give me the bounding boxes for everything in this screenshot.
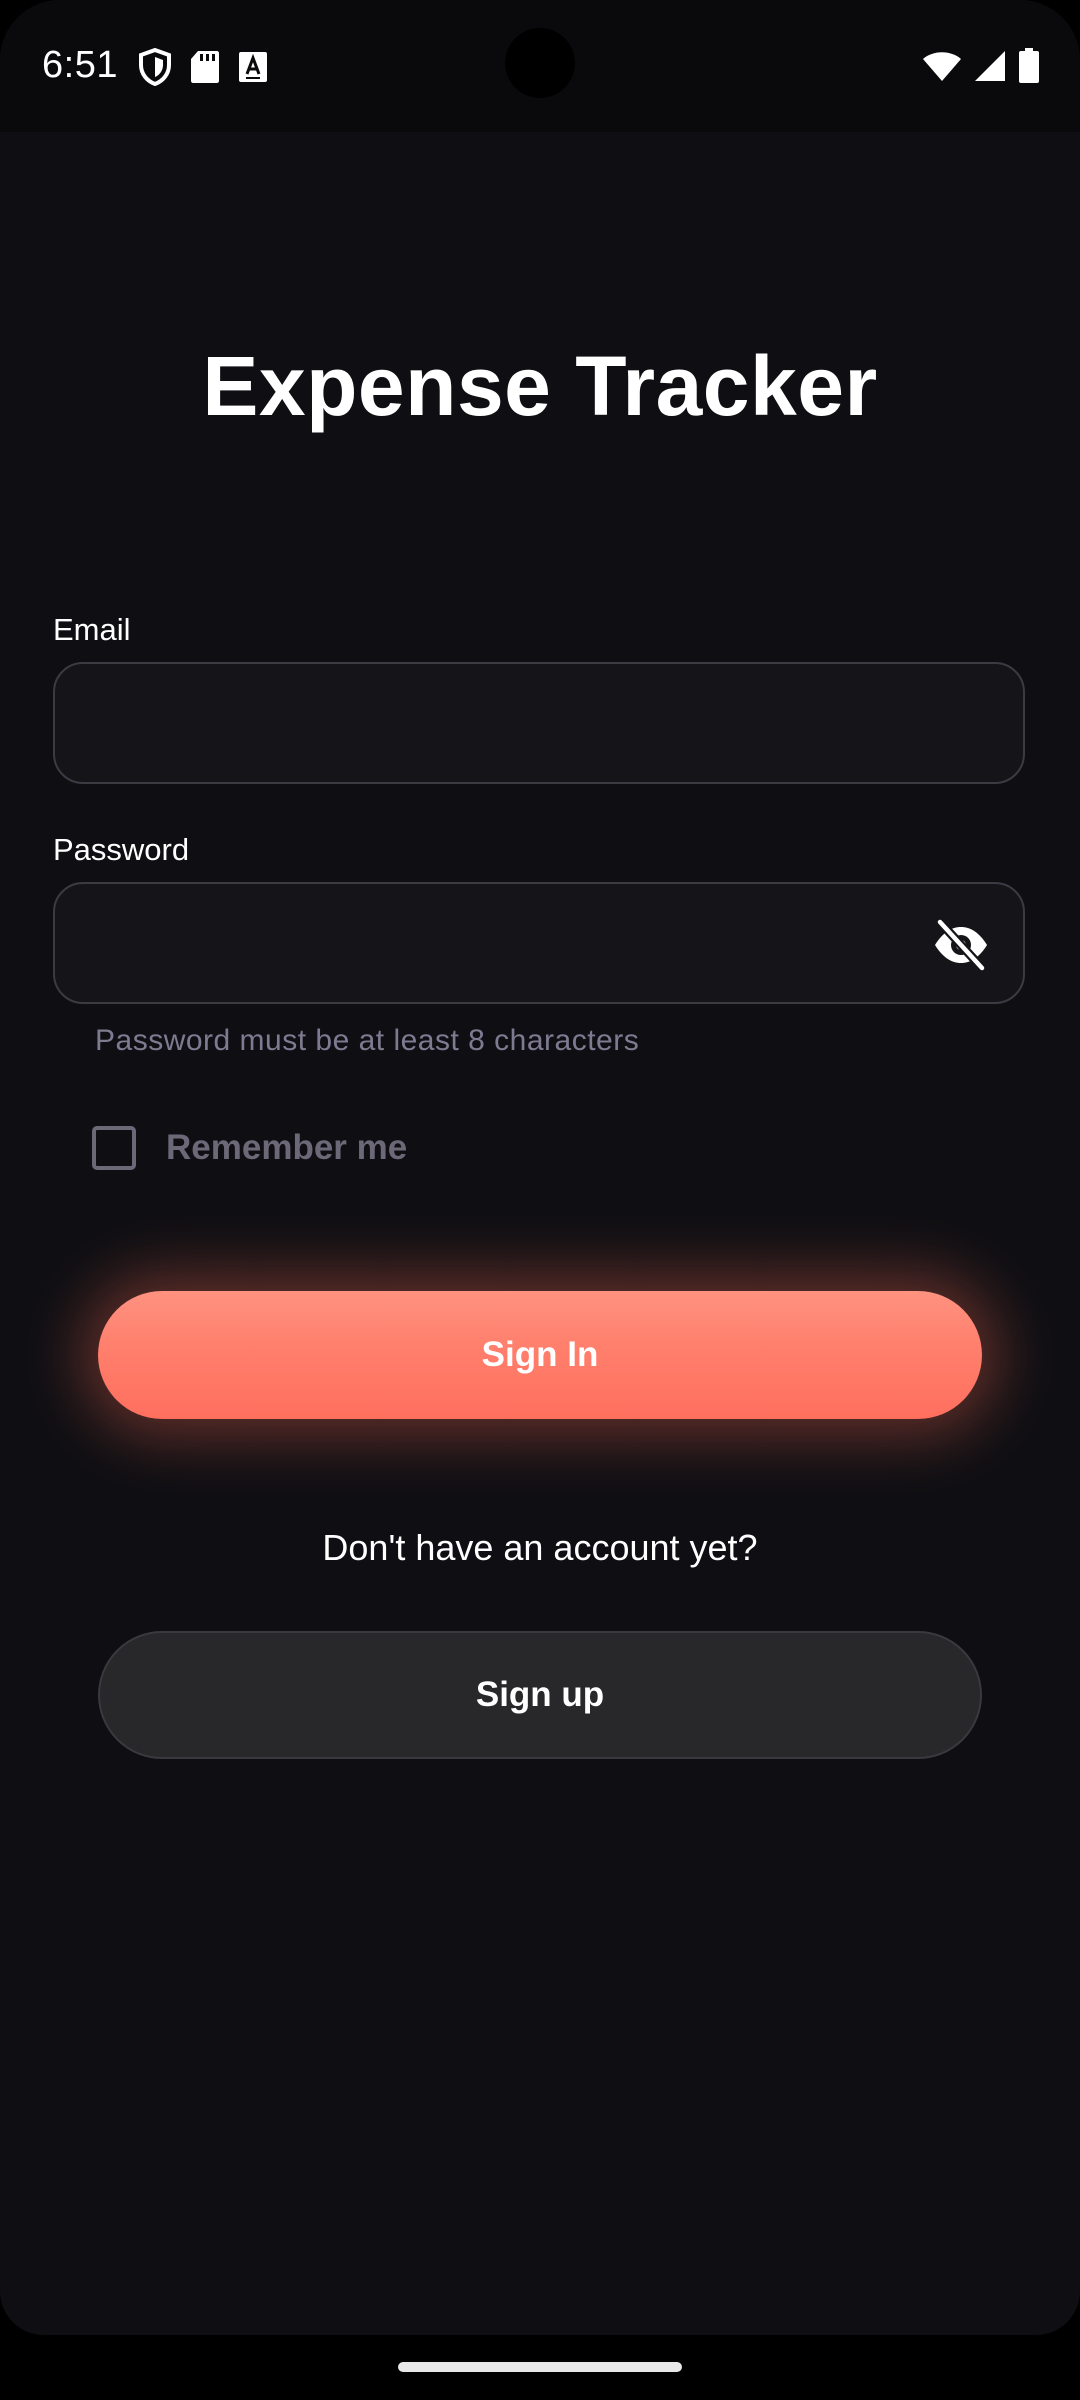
camera-cutout bbox=[505, 28, 575, 98]
email-field[interactable] bbox=[55, 664, 1023, 782]
status-icons-left bbox=[138, 47, 268, 91]
eye-off-icon[interactable] bbox=[931, 915, 991, 975]
remember-me-checkbox[interactable] bbox=[92, 1126, 136, 1170]
battery-icon bbox=[1018, 48, 1040, 89]
password-helper-text: Password must be at least 8 characters bbox=[95, 1024, 640, 1057]
email-label: Email bbox=[53, 612, 131, 647]
status-icons-right bbox=[922, 48, 1040, 89]
wifi-icon bbox=[922, 50, 962, 87]
sd-card-icon bbox=[190, 50, 220, 89]
password-label: Password bbox=[53, 832, 190, 867]
home-indicator[interactable] bbox=[398, 2362, 682, 2372]
status-time: 6:51 bbox=[42, 44, 118, 86]
remember-me-row[interactable]: Remember me bbox=[92, 1122, 407, 1174]
email-field-box bbox=[53, 662, 1025, 784]
sign-up-button[interactable]: Sign up bbox=[98, 1631, 982, 1759]
signal-icon bbox=[974, 50, 1006, 87]
no-account-text: Don't have an account yet? bbox=[322, 1527, 758, 1568]
password-field[interactable] bbox=[55, 884, 1023, 1002]
app-title: Expense Tracker bbox=[202, 339, 878, 433]
password-field-box bbox=[53, 882, 1025, 1004]
text-a-icon bbox=[238, 51, 268, 88]
shield-icon bbox=[138, 47, 172, 91]
sign-in-button[interactable]: Sign In bbox=[98, 1291, 982, 1419]
status-bar: 6:51 bbox=[0, 0, 1080, 132]
remember-me-label: Remember me bbox=[166, 1128, 408, 1167]
app-screen: 6:51 Expense Tracker Email Password Pass… bbox=[0, 0, 1080, 2335]
